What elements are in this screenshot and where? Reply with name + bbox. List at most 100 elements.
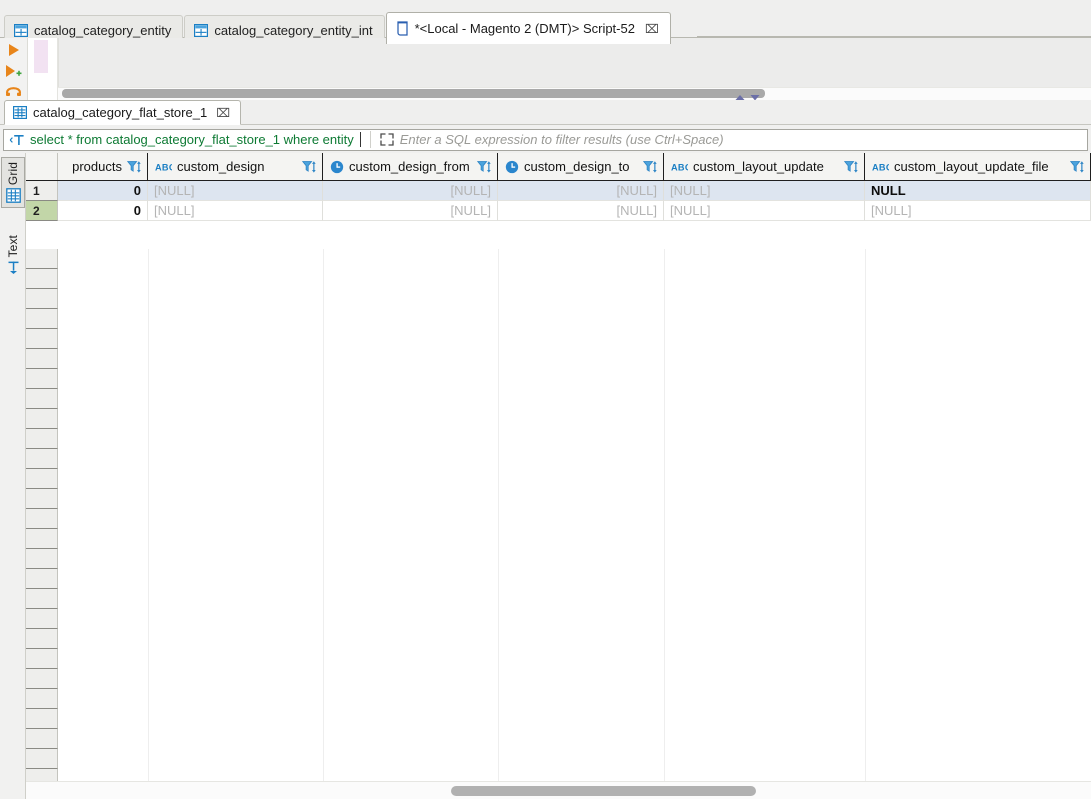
execute-sql-statement-button[interactable]	[5, 42, 23, 57]
abc-type-icon: ABC	[155, 162, 172, 171]
column-header-label: custom_layout_update	[693, 159, 824, 174]
filter-divider	[369, 131, 371, 148]
grid-empty-row	[26, 369, 1091, 389]
presentation-tab-rail: Grid Text Record	[0, 153, 26, 799]
empty-row-gutter	[26, 689, 58, 709]
empty-row-gutter	[26, 449, 58, 469]
grid-cell[interactable]: [NULL]	[498, 201, 664, 221]
column-type-icon: ABC	[872, 162, 889, 171]
grid-cell[interactable]: 0	[58, 181, 148, 201]
grid-cell[interactable]: [NULL]	[664, 201, 865, 221]
grid-empty-rows	[26, 249, 1091, 781]
grid-empty-row	[26, 269, 1091, 289]
editor-tab-close-icon[interactable]: ⌧	[645, 22, 659, 36]
grid-cell[interactable]: [NULL]	[148, 201, 323, 221]
expand-filter-icon[interactable]	[379, 132, 395, 147]
grid-horizontal-scrollbar-thumb[interactable]	[451, 786, 756, 796]
column-header-products[interactable]: products	[58, 153, 148, 180]
column-separator-line	[664, 249, 665, 781]
presentation-tab-grid[interactable]: Grid	[1, 157, 25, 209]
grid-empty-row	[26, 289, 1091, 309]
table-row[interactable]: 1 0 [NULL] [NULL] [NULL] [NULL] NULL	[26, 181, 1091, 201]
empty-row-body	[58, 529, 1091, 549]
row-number-cell[interactable]: 2	[26, 201, 58, 221]
column-header-custom_layout_update_file[interactable]: ABC custom_layout_update_file	[865, 153, 1091, 180]
column-header-label: custom_layout_update_file	[894, 159, 1049, 174]
result-grid: products ABC custom_design custom_design_fr…	[26, 153, 1091, 781]
column-filter-icon[interactable]	[127, 160, 142, 174]
grid-horizontal-scrollbar-track[interactable]	[26, 781, 1091, 799]
grid-empty-row	[26, 669, 1091, 689]
filter-placeholder-text: Enter a SQL expression to filter results…	[399, 132, 724, 147]
column-separator-line	[865, 249, 866, 781]
editor-tab-label: *<Local - Magento 2 (DMT)> Script-52	[414, 21, 635, 36]
empty-row-gutter	[26, 509, 58, 529]
column-header-custom_design_to[interactable]: custom_design_to	[498, 153, 664, 180]
editor-tab-label: catalog_category_entity_int	[214, 23, 373, 38]
column-header-custom_layout_update[interactable]: ABC custom_layout_update	[664, 153, 865, 180]
empty-row-body	[58, 609, 1091, 629]
empty-row-body	[58, 749, 1091, 769]
sql-editor-area	[0, 38, 1091, 100]
table-row[interactable]: 2 0 [NULL] [NULL] [NULL] [NULL] [NULL]	[26, 201, 1091, 221]
column-filter-icon[interactable]	[844, 160, 859, 174]
results-tab-catalog-category-flat-store-1[interactable]: catalog_category_flat_store_1 ⌧	[4, 100, 242, 125]
play-icon	[9, 43, 19, 56]
empty-row-gutter	[26, 349, 58, 369]
empty-row-gutter	[26, 629, 58, 649]
sql-script-icon	[396, 21, 408, 36]
grid-cell[interactable]: [NULL]	[865, 201, 1091, 221]
column-filter-icon[interactable]	[1070, 160, 1085, 174]
empty-row-gutter	[26, 709, 58, 729]
grid-cell[interactable]: [NULL]	[323, 181, 498, 201]
table-icon	[14, 24, 28, 37]
sql-editor-text-canvas[interactable]	[58, 38, 1091, 87]
grid-header-row: products ABC custom_design custom_design_fr…	[26, 153, 1091, 181]
grid-cell[interactable]: 0	[58, 201, 148, 221]
empty-row-body	[58, 369, 1091, 389]
editor-horizontal-scrollbar-thumb[interactable]	[62, 89, 765, 98]
grid-empty-row	[26, 329, 1091, 349]
grid-cell[interactable]: [NULL]	[664, 181, 865, 201]
grid-empty-row	[26, 589, 1091, 609]
empty-row-body	[58, 429, 1091, 449]
grid-empty-row	[26, 489, 1091, 509]
empty-row-gutter	[26, 589, 58, 609]
presentation-tab-text[interactable]: Text	[1, 231, 25, 279]
grid-empty-row	[26, 729, 1091, 749]
grid-cell[interactable]: [NULL]	[498, 181, 664, 201]
execute-script-button[interactable]	[5, 85, 23, 100]
result-grid-icon	[13, 106, 27, 119]
grid-cell[interactable]: [NULL]	[148, 181, 323, 201]
grid-empty-row	[26, 469, 1091, 489]
column-filter-icon[interactable]	[477, 160, 492, 174]
grid-empty-row	[26, 689, 1091, 709]
column-header-custom_design_from[interactable]: custom_design_from	[323, 153, 498, 180]
column-separator-line	[498, 249, 499, 781]
column-filter-icon[interactable]	[643, 160, 658, 174]
filter-input[interactable]: select * from catalog_category_flat_stor…	[3, 128, 1088, 151]
empty-row-gutter	[26, 609, 58, 629]
empty-row-gutter	[26, 729, 58, 749]
grid-header-corner[interactable]	[26, 153, 58, 180]
execute-sql-new-tab-button[interactable]	[5, 63, 23, 78]
results-filter-bar: select * from catalog_category_flat_stor…	[0, 126, 1091, 153]
empty-row-gutter	[26, 389, 58, 409]
column-type-icon: ABC	[155, 162, 172, 171]
grid-cell[interactable]: [NULL]	[323, 201, 498, 221]
editor-tab-2[interactable]: *<Local - Magento 2 (DMT)> Script-52 ⌧	[385, 12, 671, 44]
empty-row-gutter	[26, 569, 58, 589]
column-header-custom_design[interactable]: ABC custom_design	[148, 153, 323, 180]
row-number-cell[interactable]: 1	[26, 181, 58, 201]
empty-row-body	[58, 269, 1091, 289]
column-filter-icon[interactable]	[302, 160, 317, 174]
empty-row-gutter	[26, 309, 58, 329]
results-tab-close-icon[interactable]: ⌧	[216, 106, 230, 120]
grid-cell[interactable]: NULL	[865, 181, 1091, 201]
empty-row-gutter	[26, 749, 58, 769]
empty-row-body	[58, 469, 1091, 489]
sql-filter-icon	[9, 134, 24, 145]
sql-editor-vertical-toolbar	[0, 38, 28, 100]
empty-row-gutter	[26, 269, 58, 289]
empty-row-gutter	[26, 489, 58, 509]
